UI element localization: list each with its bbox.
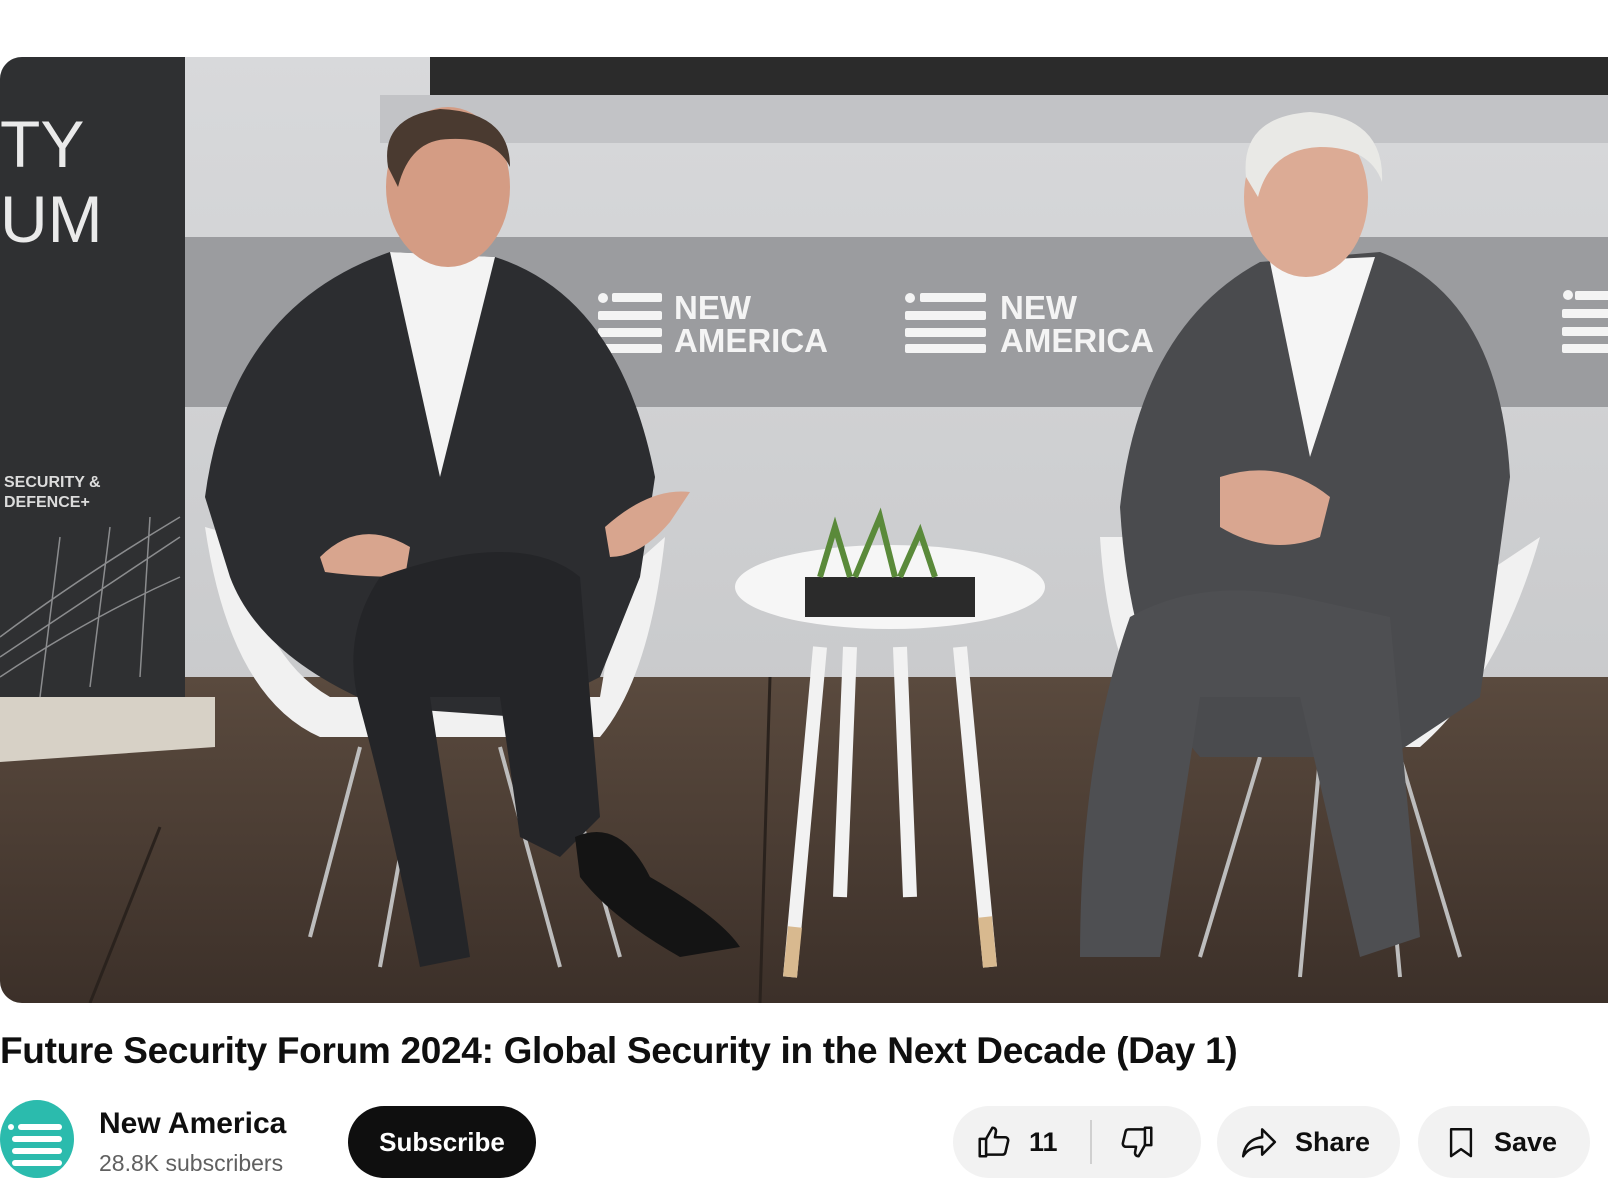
like-dislike-group: 11: [953, 1106, 1201, 1178]
share-label: Share: [1295, 1126, 1371, 1157]
banner-text-3: SECURITY &: [4, 474, 101, 491]
event-banner: TY UM SECURITY & DEFENCE+: [0, 57, 215, 762]
channel-avatar[interactable]: [0, 1100, 74, 1178]
avatar-logo-dot: [8, 1124, 14, 1130]
share-button[interactable]: Share: [1217, 1106, 1400, 1178]
avatar-logo-bar: [18, 1124, 62, 1130]
channel-name[interactable]: New America: [99, 1107, 286, 1141]
avatar-logo-bar: [12, 1160, 62, 1166]
logo-text-new: NEW: [674, 289, 752, 326]
video-title: Future Security Forum 2024: Global Secur…: [0, 1030, 1238, 1071]
like-button[interactable]: 11: [953, 1106, 1058, 1178]
like-count: 11: [1029, 1126, 1058, 1157]
video-player[interactable]: NEW AMERICA NEW AMERICA TY UM SECURITY &: [0, 57, 1608, 1003]
thumbs-up-icon: [975, 1123, 1013, 1161]
thumbs-down-icon: [1118, 1123, 1156, 1161]
banner-text-2: UM: [0, 182, 103, 256]
logo-text-new-2: NEW: [1000, 289, 1078, 326]
save-label: Save: [1494, 1126, 1558, 1157]
avatar-logo-bar: [12, 1148, 62, 1154]
subscriber-count: 28.8K subscribers: [99, 1150, 284, 1176]
avatar-logo-bar: [12, 1136, 62, 1142]
logo-text-america: AMERICA: [674, 322, 828, 359]
video-frame: NEW AMERICA NEW AMERICA TY UM SECURITY &: [0, 57, 1608, 1003]
save-button[interactable]: Save: [1418, 1106, 1590, 1178]
subscribe-button[interactable]: Subscribe: [348, 1106, 536, 1178]
banner-text-4: DEFENCE+: [4, 494, 90, 511]
dislike-button[interactable]: [1092, 1106, 1156, 1178]
share-arrow-icon: [1239, 1123, 1279, 1161]
logo-text-america-2: AMERICA: [1000, 322, 1154, 359]
bookmark-icon: [1444, 1123, 1478, 1161]
banner-text-1: TY: [0, 107, 84, 181]
